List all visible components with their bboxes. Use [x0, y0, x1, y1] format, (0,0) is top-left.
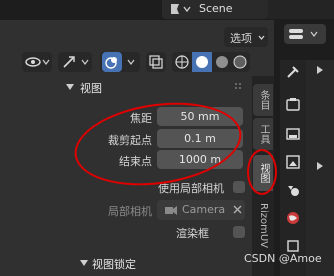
scene-props-icon[interactable] [285, 182, 301, 198]
panel-title: 视图 [80, 82, 102, 95]
output-icon[interactable] [285, 126, 301, 142]
overlay-icon [102, 52, 135, 72]
overlay-toggle[interactable] [100, 52, 140, 72]
drag-handle-icon[interactable] [234, 82, 244, 92]
chevron-down-icon [183, 6, 191, 12]
solid-shading-button[interactable] [192, 52, 212, 72]
visibility-toggle[interactable] [22, 52, 52, 72]
camera-icon [165, 206, 177, 215]
xray-icon [149, 55, 163, 69]
tab-item[interactable]: 条目 [253, 84, 273, 116]
scene-icon [171, 4, 179, 14]
render-region-checkbox[interactable] [233, 226, 245, 238]
solid-sphere-icon [196, 56, 208, 68]
world-icon[interactable] [285, 210, 301, 226]
disclosure-down-icon [66, 84, 74, 90]
clear-x-icon[interactable] [233, 205, 242, 214]
gizmo-icon [63, 56, 89, 68]
gizmo-toggle[interactable] [58, 52, 92, 72]
render-region-label: 渲染框 [176, 227, 209, 240]
view-layer-icon[interactable] [285, 154, 301, 170]
disclosure-right-icon[interactable] [314, 160, 326, 172]
tab-tool[interactable]: 工具 [253, 118, 273, 150]
tab-rizomuv[interactable]: RizomUV [253, 196, 273, 254]
eye-icon [25, 57, 50, 67]
view-lock-header[interactable] [58, 250, 252, 276]
options-label: 选项 [230, 32, 252, 45]
local-camera-label: 局部相机 [108, 205, 152, 218]
watermark: CSDN @Amoe [244, 252, 322, 265]
tool-icon[interactable] [285, 64, 301, 80]
disclosure-right-icon[interactable] [314, 64, 326, 76]
properties-icon [289, 29, 318, 39]
annotation-circle [247, 149, 277, 195]
chevron-down-icon [258, 35, 265, 40]
editor-type-dropdown[interactable] [284, 24, 326, 44]
disclosure-down-icon [80, 260, 88, 266]
local-camera-value: Camera [182, 203, 226, 216]
lock-camera-checkbox[interactable] [233, 181, 245, 193]
xray-toggle[interactable] [146, 52, 166, 72]
render-icon[interactable] [285, 96, 301, 112]
view-lock-title: 视图锁定 [92, 258, 136, 271]
scene-name: Scene [199, 2, 233, 15]
scene-toolbar-right [268, 0, 334, 19]
